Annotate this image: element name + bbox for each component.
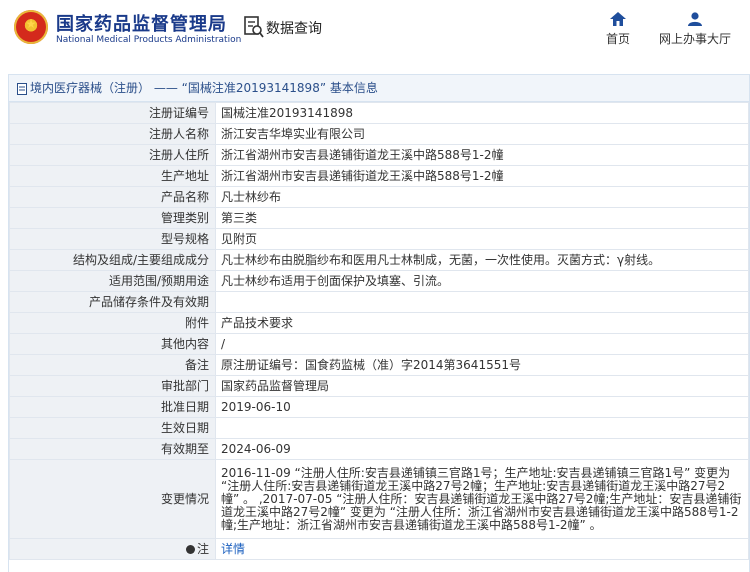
row-value: 凡士林纱布 [215, 186, 749, 208]
table-row: 附件 产品技术要求 [9, 312, 749, 334]
detail-panel: 境内医疗器械（注册） —— “国械注准20193141898” 基本信息 注册证… [8, 74, 750, 572]
table-row: 产品储存条件及有效期 [9, 291, 749, 313]
row-label: 注 [196, 541, 209, 556]
table-row: 型号规格 见附页 [9, 228, 749, 250]
row-value [215, 417, 749, 439]
table-row: 批准日期 2019-06-10 [9, 396, 749, 418]
site-subtitle: National Medical Products Administration [56, 35, 242, 45]
row-value: 详情 [215, 538, 749, 560]
table-row: 生产地址 浙江省湖州市安吉县递铺街道龙王溪中路588号1-2幢 [9, 165, 749, 187]
user-icon [688, 12, 702, 26]
row-label: 审批部门 [9, 375, 216, 397]
row-label: 产品储存条件及有效期 [9, 291, 216, 313]
row-label: 适用范围/预期用途 [9, 270, 216, 292]
row-value: 2019-06-10 [215, 396, 749, 418]
row-value: 原注册证编号：国食药监械（准）字2014第3641551号 [215, 354, 749, 376]
row-label: 管理类别 [9, 207, 216, 229]
registration-detail-table: 注册证编号 国械注准20193141898 注册人名称 浙江安吉华埠实业有限公司 注… [9, 102, 749, 560]
row-label: 其他内容 [9, 333, 216, 355]
row-label: 生产地址 [9, 165, 216, 187]
table-row: 其他内容 / [9, 333, 749, 355]
row-value: 浙江安吉华埠实业有限公司 [215, 123, 749, 145]
row-value: / [215, 333, 749, 355]
row-label: 型号规格 [9, 228, 216, 250]
details-link[interactable]: 详情 [221, 542, 245, 556]
table-row: 注 详情 [9, 538, 749, 560]
table-row: 结构及组成/主要组成成分 凡士林纱布由脱脂纱布和医用凡士林制成，无菌，一次性使用。… [9, 249, 749, 271]
table-row: 管理类别 第三类 [9, 207, 749, 229]
row-value: 凡士林纱布适用于创面保护及填塞、引流。 [215, 270, 749, 292]
nav-online-service-hall-label: 网上办事大厅 [659, 32, 732, 46]
panel-header: 境内医疗器械（注册） —— “国械注准20193141898” 基本信息 [9, 75, 749, 102]
row-label: 生效日期 [9, 417, 216, 439]
nav-home[interactable]: 首页 [606, 12, 630, 47]
nav-home-label: 首页 [606, 32, 631, 46]
pin-icon [185, 544, 195, 554]
site-title: 国家药品监督管理局 [56, 14, 227, 35]
table-row: 注册证编号 国械注准20193141898 [9, 102, 749, 124]
row-value: 见附页 [215, 228, 749, 250]
row-label: 注册人名称 [9, 123, 216, 145]
row-label: 注册人住所 [9, 144, 216, 166]
table-row: 生效日期 [9, 417, 749, 439]
row-value: 浙江省湖州市安吉县递铺街道龙王溪中路588号1-2幢 [215, 144, 749, 166]
row-label: 注册证编号 [9, 102, 216, 124]
table-row: 注册人名称 浙江安吉华埠实业有限公司 [9, 123, 749, 145]
note-label-cell: 注 [9, 538, 216, 560]
row-value: 国家药品监督管理局 [215, 375, 749, 397]
change-history-value: 2016-11-09 “注册人住所:安吉县递铺镇三官路1号；生产地址:安吉县递铺… [215, 459, 749, 539]
table-row: 注册人住所 浙江省湖州市安吉县递铺街道龙王溪中路588号1-2幢 [9, 144, 749, 166]
row-value: 浙江省湖州市安吉县递铺街道龙王溪中路588号1-2幢 [215, 165, 749, 187]
table-row: 有效期至 2024-06-09 [9, 438, 749, 460]
row-value: 产品技术要求 [215, 312, 749, 334]
row-label: 附件 [9, 312, 216, 334]
row-label: 备注 [9, 354, 216, 376]
row-value [215, 291, 749, 313]
row-label: 变更情况 [9, 459, 216, 539]
table-row: 审批部门 国家药品监督管理局 [9, 375, 749, 397]
data-query-label: 数据查询 [266, 21, 322, 37]
row-value: 国械注准20193141898 [215, 102, 749, 124]
table-row: 变更情况 2016-11-09 “注册人住所:安吉县递铺镇三官路1号；生产地址:安… [9, 459, 749, 539]
row-label: 产品名称 [9, 186, 216, 208]
data-search-icon [244, 16, 264, 38]
table-row: 备注 原注册证编号：国食药监械（准）字2014第3641551号 [9, 354, 749, 376]
table-row: 适用范围/预期用途 凡士林纱布适用于创面保护及填塞、引流。 [9, 270, 749, 292]
row-label: 结构及组成/主要组成成分 [9, 249, 216, 271]
nav-online-service-hall[interactable]: 网上办事大厅 [659, 12, 731, 47]
panel-title: 境内医疗器械（注册） —— “国械注准20193141898” 基本信息 [30, 81, 378, 95]
home-icon [610, 12, 626, 26]
row-label: 批准日期 [9, 396, 216, 418]
row-value: 凡士林纱布由脱脂纱布和医用凡士林制成，无菌，一次性使用。灭菌方式：γ射线。 [215, 249, 749, 271]
row-value: 2024-06-09 [215, 438, 749, 460]
national-emblem-logo: ★ [14, 10, 48, 44]
site-header: ★ 国家药品监督管理局 National Medical Products Ad… [0, 0, 750, 64]
document-icon [17, 82, 27, 95]
row-label: 有效期至 [9, 438, 216, 460]
row-value: 第三类 [215, 207, 749, 229]
table-row: 产品名称 凡士林纱布 [9, 186, 749, 208]
